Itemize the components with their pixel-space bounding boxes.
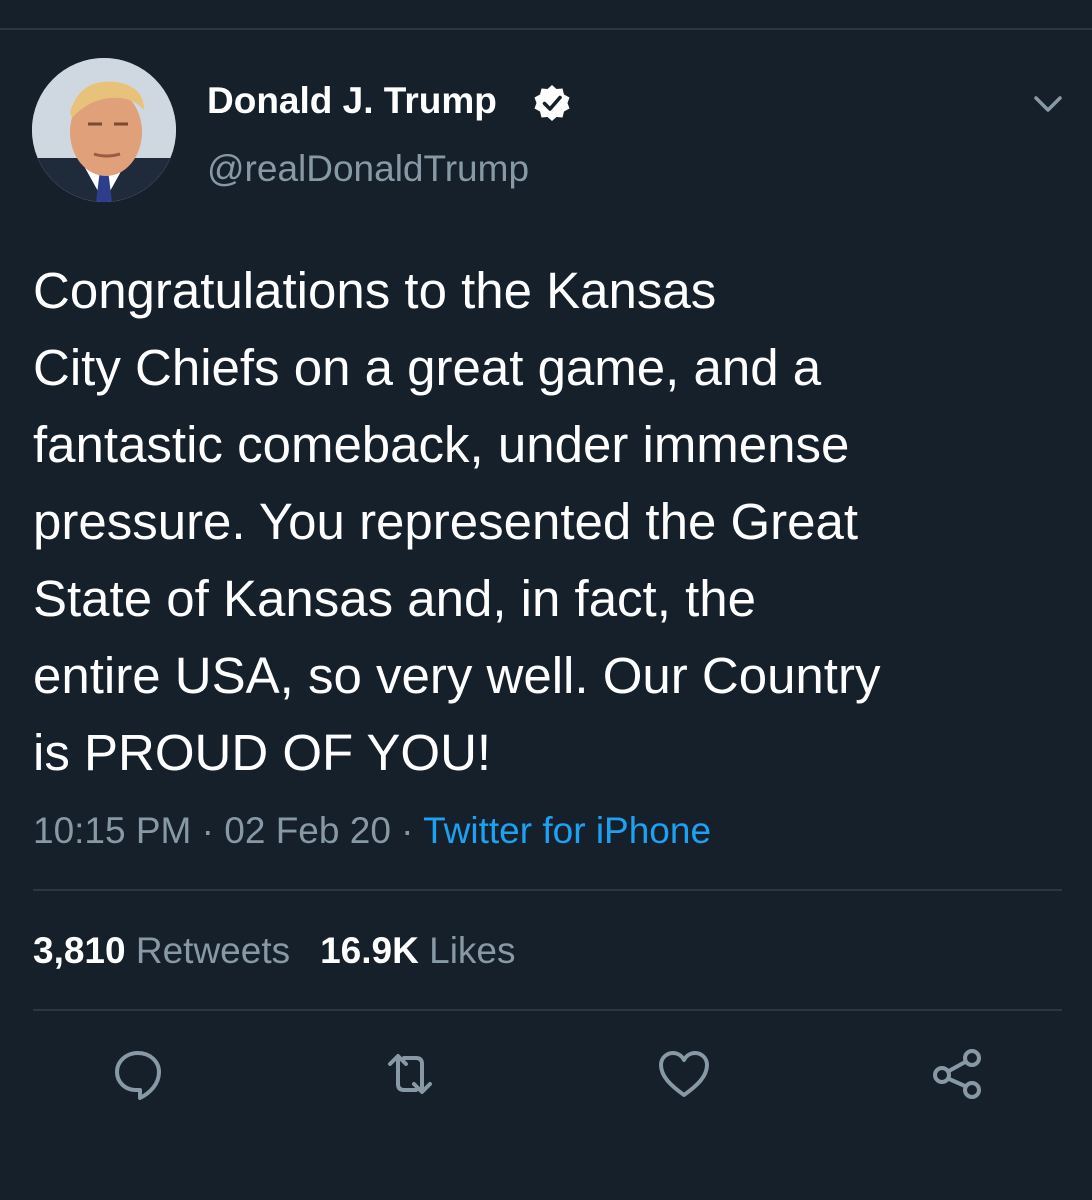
- tweet-source-link[interactable]: Twitter for iPhone: [423, 810, 711, 851]
- top-divider: [0, 28, 1092, 30]
- share-icon: [933, 1049, 981, 1099]
- retweets-stat[interactable]: 3,810 Retweets: [33, 930, 290, 971]
- retweet-icon: [388, 1054, 432, 1094]
- tweet-date: 02 Feb 20: [224, 810, 391, 851]
- divider: [33, 1009, 1062, 1011]
- tweet-actions: [0, 1044, 1092, 1104]
- reply-icon: [115, 1051, 161, 1100]
- verified-badge-icon: [534, 85, 570, 121]
- share-button[interactable]: [928, 1044, 988, 1104]
- meta-separator: ·: [390, 810, 424, 851]
- retweet-button[interactable]: [380, 1044, 440, 1104]
- tweet-meta: 10:15 PM · 02 Feb 20 · Twitter for iPhon…: [33, 808, 711, 854]
- reply-button[interactable]: [108, 1044, 168, 1104]
- avatar-photo: [32, 58, 176, 202]
- like-button[interactable]: [654, 1044, 714, 1104]
- retweets-label: Retweets: [135, 930, 291, 971]
- tweet-time: 10:15 PM: [33, 810, 192, 851]
- like-icon: [659, 1051, 709, 1097]
- handle[interactable]: @realDonaldTrump: [207, 146, 529, 192]
- likes-stat[interactable]: 16.9K Likes: [320, 930, 515, 971]
- retweets-count: 3,810: [33, 930, 126, 971]
- meta-separator: ·: [191, 810, 225, 851]
- display-name[interactable]: Donald J. Trump: [207, 78, 497, 124]
- divider: [33, 889, 1062, 891]
- chevron-down-icon[interactable]: [1028, 84, 1068, 124]
- likes-label: Likes: [429, 930, 516, 971]
- tweet-text: Congratulations to the Kansas City Chief…: [33, 262, 881, 781]
- tweet-stats: 3,810 Retweets 16.9K Likes: [33, 928, 516, 974]
- likes-count: 16.9K: [320, 930, 419, 971]
- avatar[interactable]: [32, 58, 176, 202]
